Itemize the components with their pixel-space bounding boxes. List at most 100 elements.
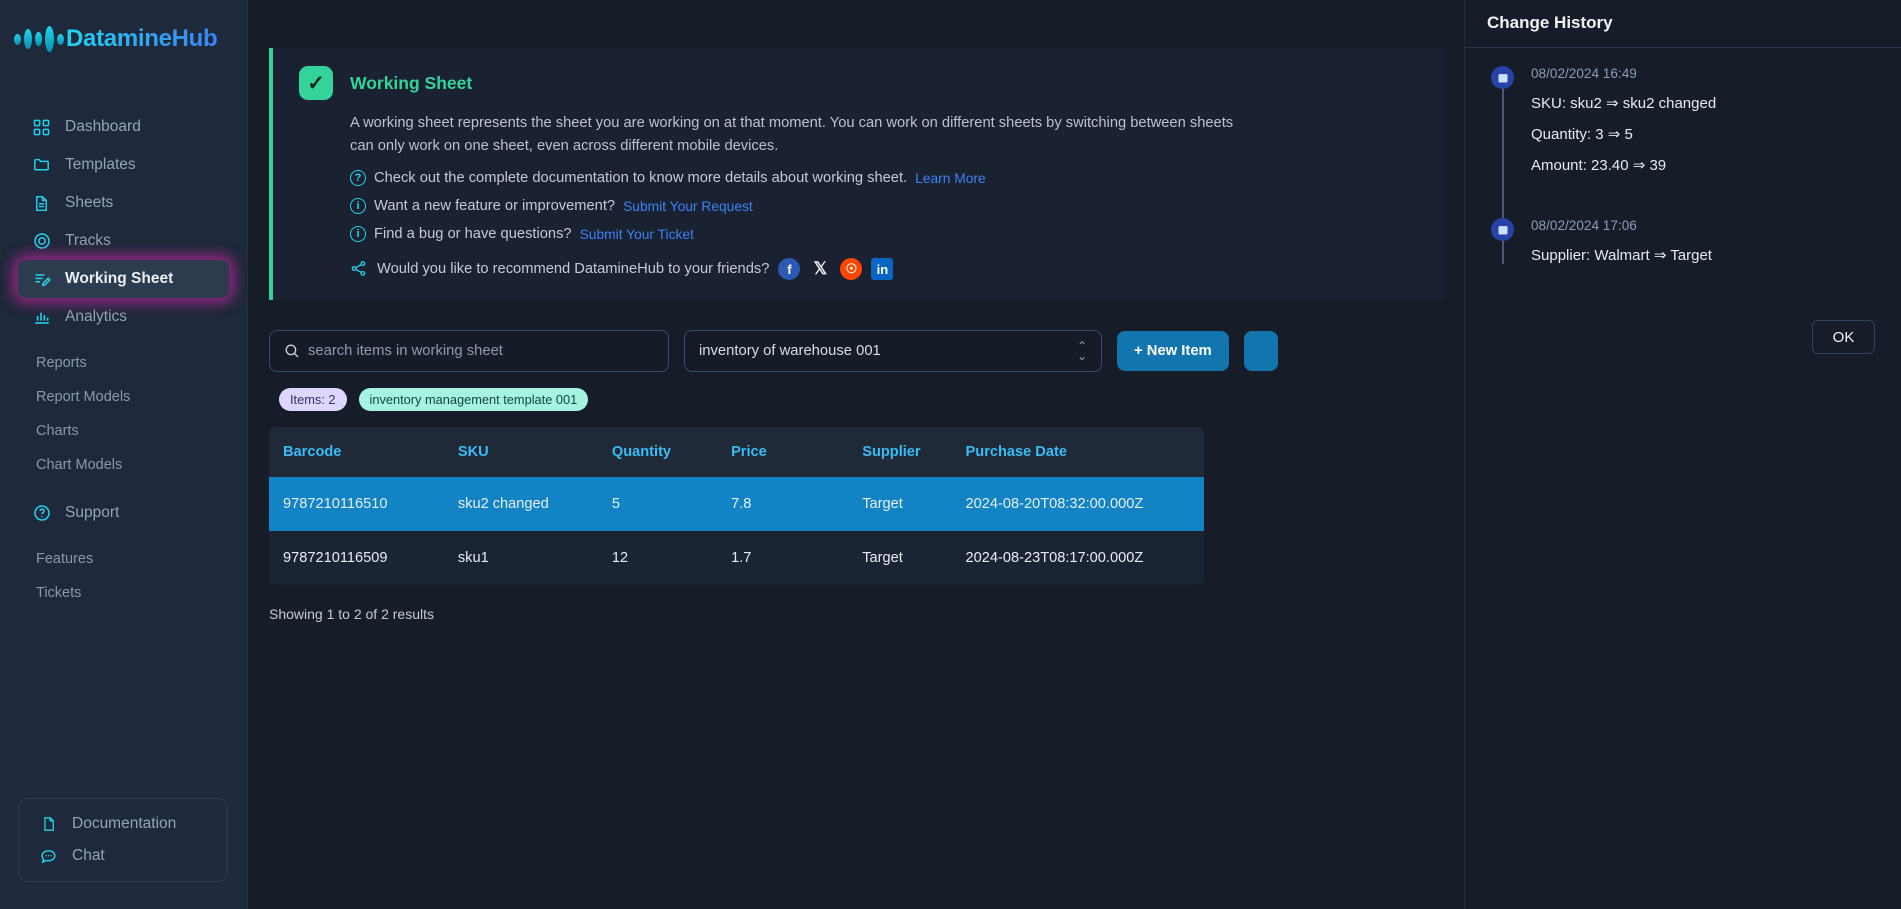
- target-icon: [32, 232, 51, 251]
- column-header-quantity[interactable]: Quantity: [612, 444, 731, 460]
- document-icon: [32, 194, 51, 213]
- sidebar-item-support[interactable]: Support: [18, 494, 229, 532]
- cell-sku: sku1: [457, 550, 489, 566]
- entry-change: SKU: sku2 ⇒ sku2 changed: [1531, 95, 1717, 112]
- submit-request-link[interactable]: Submit Your Request: [623, 199, 753, 214]
- app-logo[interactable]: DatamineHub: [0, 0, 247, 56]
- cell-quantity: 12: [611, 550, 629, 566]
- entry-change: Amount: 23.40 ⇒ 39: [1531, 157, 1667, 174]
- change-history-title: Change History: [1487, 13, 1613, 32]
- sheet-select[interactable]: inventory of warehouse 001 ⌃ ⌄: [684, 330, 1102, 372]
- banner-feature-line: i Want a new feature or improvement? Sub…: [350, 198, 1444, 214]
- column-header-purchase-date[interactable]: Purchase Date: [966, 444, 1204, 460]
- toolbar: search items in working sheet inventory …: [269, 330, 1464, 372]
- sidebar-nav: Dashboard Templates Sheets Tracks Workin…: [0, 108, 247, 610]
- divider: [1465, 47, 1901, 48]
- entry-timestamp: 08/02/2024 16:49: [1531, 66, 1637, 81]
- bar-chart-icon: [32, 308, 51, 327]
- sidebar-item-label: Analytics: [65, 308, 128, 325]
- app-root: DatamineHub Dashboard Templates Sheets T…: [0, 0, 1901, 909]
- banner-bug-text: Find a bug or have questions?: [374, 226, 572, 242]
- sidebar-item-analytics[interactable]: Analytics: [18, 298, 229, 336]
- column-header-price[interactable]: Price: [731, 444, 862, 460]
- sidebar-item-sheets[interactable]: Sheets: [18, 184, 229, 222]
- secondary-action-button[interactable]: [1243, 331, 1278, 371]
- change-history-entry: 08/02/2024 16:49 SKU: sku2 ⇒ sku2 change…: [1491, 66, 1901, 174]
- sidebar-item-dashboard[interactable]: Dashboard: [18, 108, 229, 146]
- sheet-select-value: inventory of warehouse 001: [699, 343, 881, 359]
- sidebar-item-chat[interactable]: Chat: [25, 840, 221, 872]
- sidebar: DatamineHub Dashboard Templates Sheets T…: [0, 0, 248, 909]
- sidebar-item-label: Support: [65, 504, 120, 521]
- items-table: Barcode SKU Quantity Price Supplier Purc…: [269, 427, 1204, 585]
- search-input[interactable]: search items in working sheet: [269, 330, 669, 372]
- sidebar-item-chart-models[interactable]: Chart Models: [0, 448, 247, 482]
- chevron-updown-icon: ⌃ ⌄: [1076, 339, 1087, 363]
- reddit-icon[interactable]: ☉: [840, 258, 863, 280]
- sidebar-item-tickets[interactable]: Tickets: [0, 576, 247, 610]
- x-twitter-icon[interactable]: 𝕏: [809, 258, 831, 280]
- share-text: Would you like to recommend DatamineHub …: [377, 261, 770, 277]
- calendar-icon: [1491, 218, 1514, 241]
- sidebar-item-label: Templates: [65, 156, 136, 173]
- logo-mark-icon: [14, 26, 64, 52]
- sidebar-item-label: Documentation: [72, 815, 177, 832]
- banner-feature-text: Want a new feature or improvement?: [374, 198, 616, 214]
- cell-price: 7.8: [731, 496, 752, 512]
- sidebar-bottom-box: Documentation Chat: [18, 798, 228, 882]
- sidebar-subitem-label: Features: [36, 551, 94, 567]
- column-header-sku[interactable]: SKU: [458, 444, 612, 460]
- sidebar-item-report-models[interactable]: Report Models: [0, 380, 247, 414]
- sidebar-item-working-sheet[interactable]: Working Sheet: [18, 260, 229, 298]
- main-content: ✓ Working Sheet A working sheet represen…: [248, 0, 1464, 909]
- submit-ticket-link[interactable]: Submit Your Ticket: [580, 227, 694, 242]
- edit-list-icon: [32, 270, 51, 289]
- app-logo-text: DatamineHub: [66, 25, 218, 52]
- badge-row: Items: 2 inventory management template 0…: [279, 388, 1464, 411]
- check-icon: ✓: [299, 66, 333, 100]
- banner-doc-text: Check out the complete documentation to …: [374, 170, 908, 186]
- column-header-barcode[interactable]: Barcode: [283, 444, 458, 460]
- page-title: Working Sheet: [350, 72, 473, 93]
- learn-more-link[interactable]: Learn More: [915, 171, 986, 186]
- sidebar-item-documentation[interactable]: Documentation: [25, 808, 221, 840]
- info-banner: ✓ Working Sheet A working sheet represen…: [269, 48, 1444, 300]
- banner-bug-line: i Find a bug or have questions? Submit Y…: [350, 226, 1444, 242]
- sidebar-subitem-label: Chart Models: [36, 457, 123, 473]
- results-summary: Showing 1 to 2 of 2 results: [269, 606, 434, 622]
- items-count-badge: Items: 2: [279, 388, 347, 411]
- file-icon: [39, 815, 58, 834]
- new-item-button[interactable]: + New Item: [1117, 331, 1229, 371]
- share-icon: [350, 260, 368, 278]
- banner-doc-line: ? Check out the complete documentation t…: [350, 170, 1444, 186]
- banner-body: A working sheet represents the sheet you…: [350, 112, 1444, 280]
- folder-icon: [32, 156, 51, 175]
- table-header-row: Barcode SKU Quantity Price Supplier Purc…: [269, 427, 1204, 477]
- template-badge[interactable]: inventory management template 001: [358, 388, 589, 411]
- sidebar-item-templates[interactable]: Templates: [18, 146, 229, 184]
- ok-button[interactable]: OK: [1812, 320, 1875, 354]
- cell-sku: sku2 changed: [457, 496, 549, 512]
- cell-supplier: Target: [862, 550, 903, 566]
- table-row[interactable]: 9787210116510 sku2 changed 5 7.8 Target …: [269, 477, 1204, 531]
- sidebar-subitem-label: Reports: [36, 355, 87, 371]
- change-history-panel: Change History 08/02/2024 16:49 SKU: sku…: [1464, 0, 1901, 909]
- sidebar-item-label: Tracks: [65, 232, 111, 249]
- cell-supplier: Target: [862, 496, 903, 512]
- sidebar-item-label: Chat: [72, 847, 105, 864]
- table-row[interactable]: 9787210116509 sku1 12 1.7 Target 2024-08…: [269, 531, 1204, 585]
- facebook-icon[interactable]: f: [778, 258, 801, 280]
- banner-description: A working sheet represents the sheet you…: [350, 115, 1234, 154]
- sidebar-item-reports[interactable]: Reports: [0, 346, 247, 380]
- sidebar-item-tracks[interactable]: Tracks: [18, 222, 229, 260]
- sidebar-item-features[interactable]: Features: [0, 542, 247, 576]
- cell-purchase-date: 2024-08-23T08:17:00.000Z: [965, 550, 1144, 566]
- sidebar-item-charts[interactable]: Charts: [0, 414, 247, 448]
- cell-barcode: 9787210116509: [283, 550, 388, 566]
- sidebar-subitem-label: Charts: [36, 423, 79, 439]
- column-header-supplier[interactable]: Supplier: [862, 444, 965, 460]
- grid-icon: [32, 118, 51, 137]
- linkedin-icon[interactable]: in: [871, 258, 894, 280]
